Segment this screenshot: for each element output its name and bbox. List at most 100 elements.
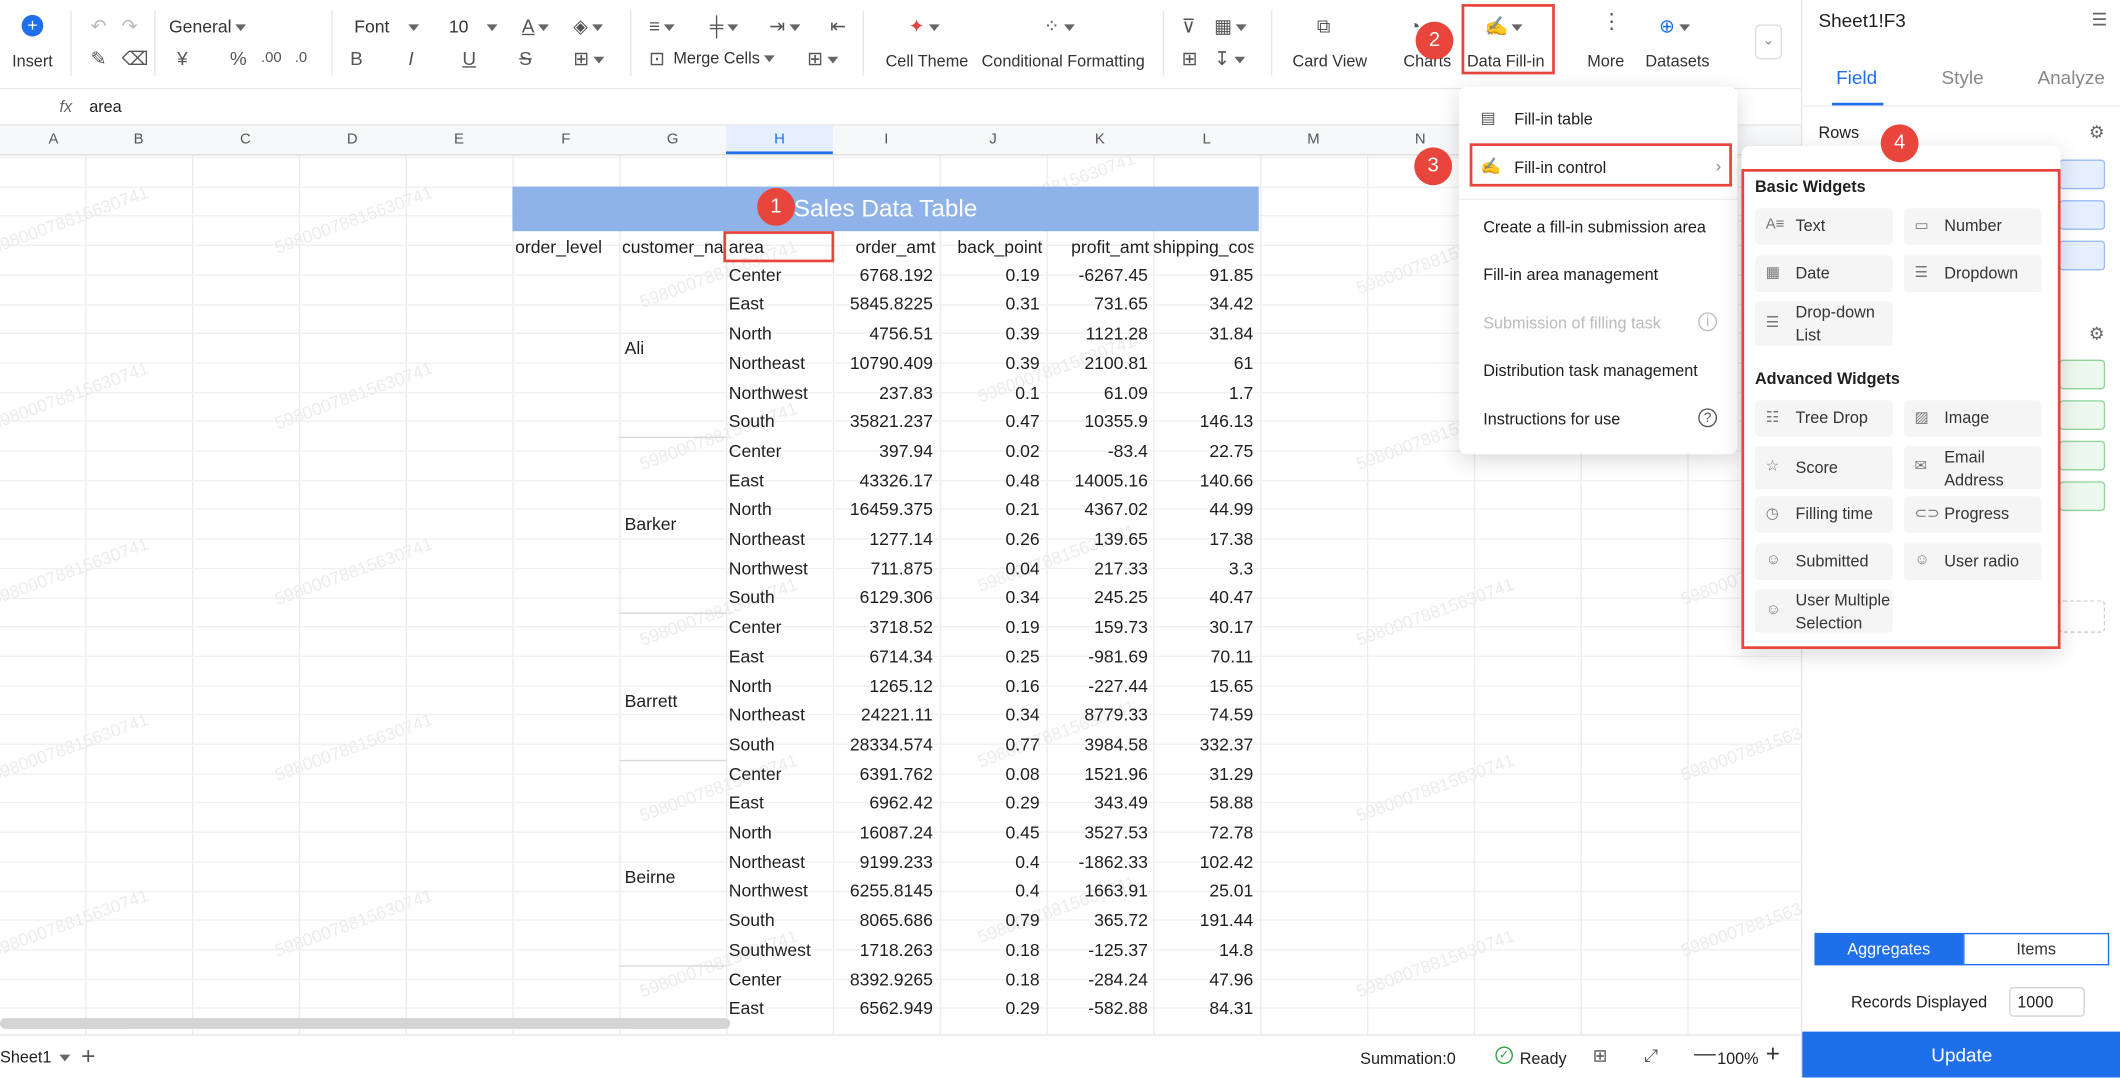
menu-distribution-task-management[interactable]: Distribution task management [1483, 361, 1698, 380]
table-header-cell[interactable]: shipping_cost [1153, 233, 1253, 261]
table-header-cell[interactable]: customer_na [622, 233, 723, 261]
records-input[interactable]: 1000 [2009, 986, 2085, 1017]
column-header[interactable]: F [512, 131, 619, 147]
more-icon[interactable]: ⋮ [1601, 11, 1623, 34]
table-cell[interactable]: 140.66 [1156, 466, 1254, 494]
table-cell[interactable]: 0.79 [942, 906, 1039, 934]
table-cell[interactable]: East [729, 466, 829, 494]
table-cell[interactable]: 3718.52 [836, 613, 933, 641]
table-cell[interactable]: 0.77 [942, 730, 1039, 758]
table-cell[interactable]: South [729, 730, 829, 758]
table-cell[interactable]: 72.78 [1156, 818, 1253, 846]
column-header[interactable]: J [940, 131, 1047, 147]
table-cell[interactable]: 191.44 [1156, 906, 1254, 934]
table-header-cell[interactable]: back_point [942, 233, 1042, 261]
underline-icon[interactable]: U [462, 47, 476, 69]
table-cell[interactable]: 0.48 [942, 466, 1039, 494]
table-cell[interactable]: 40.47 [1156, 583, 1253, 611]
table-cell[interactable]: 0.19 [942, 261, 1039, 289]
sort-icon[interactable]: ↧ [1214, 47, 1245, 69]
table-cell[interactable]: 0.47 [942, 407, 1039, 435]
column-header[interactable]: I [833, 131, 940, 147]
table-style-icon[interactable]: ▦ [1214, 15, 1247, 37]
table-cell[interactable]: 5845.8225 [836, 290, 933, 318]
column-header[interactable]: M [1260, 131, 1367, 147]
table-cell[interactable]: 0.29 [942, 789, 1039, 817]
table-cell[interactable]: Northwest [729, 877, 829, 905]
insert-icon[interactable]: + [21, 14, 44, 37]
font-color-icon[interactable]: A [522, 15, 550, 37]
table-cell[interactable]: 22.75 [1156, 437, 1253, 465]
rows-settings-icon[interactable]: ⚙ [2089, 122, 2105, 144]
table-cell[interactable]: 15.65 [1156, 671, 1253, 699]
fill-color-icon[interactable]: ◈ [573, 15, 603, 37]
row-field-chip[interactable] [2059, 240, 2106, 271]
table-cell[interactable]: 24221.11 [836, 701, 933, 729]
column-header[interactable]: N [1367, 131, 1474, 147]
sheet-tab[interactable]: Sheet1 [0, 1048, 71, 1067]
table-cell[interactable]: 1718.263 [836, 935, 933, 963]
table-cell[interactable]: 6962.42 [836, 789, 933, 817]
table-cell[interactable]: 30.17 [1156, 613, 1253, 641]
table-cell[interactable]: East [729, 642, 829, 670]
table-cell[interactable]: -1862.33 [1049, 847, 1147, 875]
freeze-icon[interactable]: ⊞ [1182, 47, 1198, 69]
filter-drop-zone[interactable] [2059, 600, 2106, 633]
column-header[interactable]: L [1153, 131, 1260, 147]
table-cell[interactable]: 44.99 [1156, 495, 1253, 523]
table-cell[interactable]: North [729, 818, 829, 846]
table-cell[interactable]: 146.13 [1156, 407, 1254, 435]
italic-icon[interactable]: I [408, 47, 413, 69]
table-cell[interactable]: North [729, 671, 829, 699]
table-cell[interactable]: 6714.34 [836, 642, 933, 670]
table-cell[interactable]: 58.88 [1156, 789, 1253, 817]
column-header[interactable]: K [1046, 131, 1153, 147]
datasets-button[interactable]: Datasets [1645, 51, 1709, 70]
zoom-in-icon[interactable]: + [1766, 1040, 1780, 1068]
table-cell[interactable]: South [729, 906, 829, 934]
table-cell[interactable]: 0.08 [942, 759, 1039, 787]
table-cell[interactable]: 0.45 [942, 818, 1039, 846]
table-cell[interactable]: 0.34 [942, 701, 1039, 729]
table-cell[interactable]: 1.7 [1156, 378, 1253, 406]
table-cell[interactable]: 711.875 [836, 554, 933, 582]
tab-style[interactable]: Style [1942, 66, 1984, 88]
table-cell[interactable]: 84.31 [1156, 994, 1253, 1022]
table-cell[interactable]: 8779.33 [1049, 701, 1148, 729]
table-cell[interactable]: -284.24 [1049, 965, 1148, 993]
table-cell[interactable]: 61 [1156, 349, 1254, 377]
table-cell[interactable]: Southwest [729, 935, 829, 963]
table-cell[interactable]: 31.84 [1156, 319, 1253, 347]
table-cell[interactable]: 9199.233 [836, 847, 933, 875]
indent-icon[interactable]: ⇤ [830, 15, 846, 37]
align-left-icon[interactable]: ≡ [649, 15, 675, 37]
table-cell[interactable]: 17.38 [1156, 525, 1253, 553]
table-cell[interactable]: Center [729, 965, 829, 993]
conditional-formatting-button[interactable]: Conditional Formatting [982, 51, 1145, 70]
table-cell[interactable]: 0.31 [942, 290, 1039, 318]
table-cell[interactable]: Center [729, 261, 829, 289]
table-cell[interactable]: 25.01 [1156, 877, 1253, 905]
table-cell[interactable]: 6255.8145 [836, 877, 933, 905]
table-cell[interactable]: 6562.949 [836, 994, 933, 1022]
table-cell[interactable]: Center [729, 437, 829, 465]
datasets-icon[interactable]: ⊕ [1659, 15, 1690, 37]
table-cell[interactable]: 34.42 [1156, 290, 1253, 318]
table-cell[interactable]: 343.49 [1049, 789, 1148, 817]
table-cell[interactable]: 8065.686 [836, 906, 933, 934]
table-cell[interactable]: 102.42 [1156, 847, 1254, 875]
table-cell[interactable]: 1121.28 [1049, 319, 1148, 347]
table-cell[interactable]: 159.73 [1049, 613, 1148, 641]
value-field-chip[interactable] [2059, 400, 2106, 430]
table-cell[interactable]: 6129.306 [836, 583, 933, 611]
table-cell[interactable]: Northwest [729, 554, 829, 582]
customer-group-cell[interactable]: Beirne [625, 862, 676, 890]
table-cell[interactable]: 28334.574 [836, 730, 933, 758]
column-header[interactable]: H [726, 125, 833, 155]
customer-group-cell[interactable]: Ali [625, 334, 645, 362]
table-cell[interactable]: 0.19 [942, 613, 1039, 641]
table-cell[interactable]: 217.33 [1049, 554, 1148, 582]
merge-cells-button[interactable]: Merge Cells [673, 49, 775, 68]
table-cell[interactable]: South [729, 407, 829, 435]
table-cell[interactable]: 3527.53 [1049, 818, 1148, 846]
